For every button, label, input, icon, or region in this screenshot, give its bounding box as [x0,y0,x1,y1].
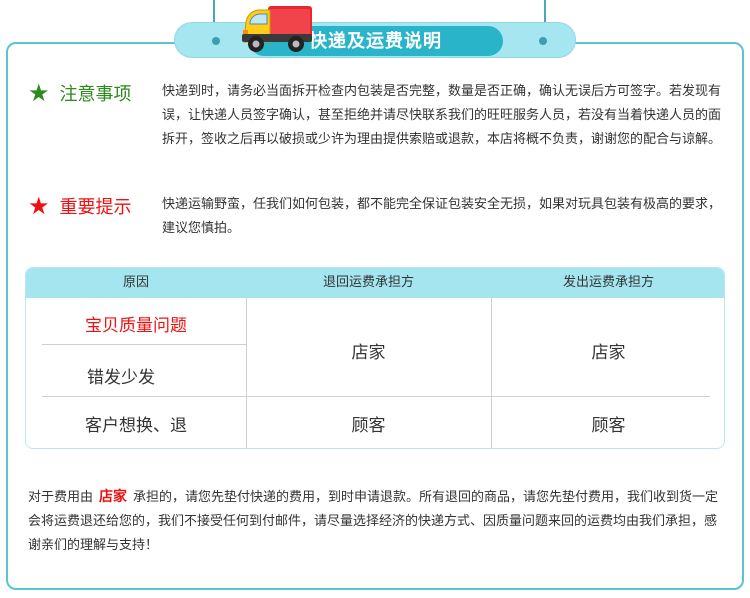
table-divider [42,396,710,397]
note-attention-text: 快递到时，请务必当面拆开检查内包装是否完整，数量是否正确，确认无误后方可签字。若… [162,84,722,147]
page-title: 快递及运费说明 [309,31,442,52]
send-party-store: 店家 [591,343,626,363]
banner-dot-right [539,37,547,45]
title-banner: 快递及运费说明 [174,22,576,58]
footer-highlight: 店家 [99,489,128,505]
note-important-text: 快递运输野蛮，任我们如何包装，都不能完全保证包装安全无损，如果对玩具包装有极高的… [162,197,722,236]
reason-quality-issue: 宝贝质量问题 [85,316,187,336]
banner-dot-left [212,37,220,45]
shipping-fee-table: 原因 退回运费承担方 发出运费承担方 宝贝质量问题 错发少发 店家 店家 客户想… [25,267,725,449]
return-party-store: 店家 [351,343,386,363]
table-divider [42,344,246,345]
note-attention-label: 注意事项 [59,84,132,105]
header-send-party: 发出运费承担方 [562,275,654,290]
footer-prefix: 对于费用由 [28,490,94,505]
note-important-label: 重要提示 [59,197,132,218]
delivery-truck-icon [242,6,312,52]
header-reason: 原因 [122,275,149,290]
note-important-head: ★ 重要提示 [28,193,132,219]
header-return-party: 退回运费承担方 [322,275,414,290]
reason-customer-return: 客户想换、退 [85,416,187,436]
footer-note: 对于费用由 店家 承担的，请您先垫付快递的费用，到时申请退款。所有退回的商品，请您先… [28,485,728,558]
footer-suffix: 承担的，请您先垫付快递的费用，到时申请退款。所有退回的商品，请您先垫付费用，我们… [28,490,719,553]
star-icon: ★ [28,192,50,220]
send-party-customer: 顾客 [591,416,626,436]
table-header: 原因 退回运费承担方 发出运费承担方 [26,268,724,298]
note-attention-head: ★ 注意事项 [28,80,132,106]
star-icon: ★ [28,79,50,107]
reason-wrong-shipment: 错发少发 [87,368,155,388]
return-party-customer: 顾客 [351,416,386,436]
